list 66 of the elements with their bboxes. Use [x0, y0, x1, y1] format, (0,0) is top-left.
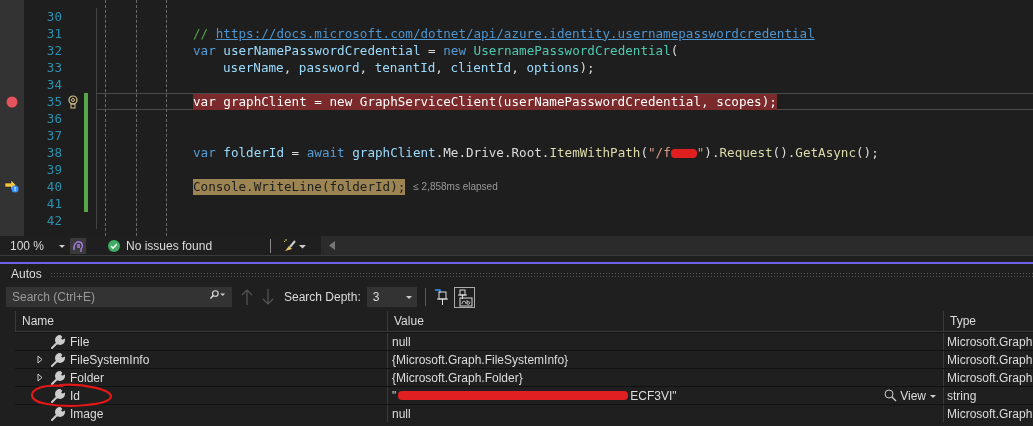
horizontal-scrollbar[interactable]	[321, 236, 1033, 255]
depth-label: Search Depth:	[284, 290, 361, 304]
line-number: 35	[45, 94, 62, 109]
copilot-icon[interactable]	[70, 237, 86, 254]
wrench-icon	[51, 370, 65, 385]
value-text: null	[392, 406, 411, 421]
wrench-icon	[51, 406, 65, 421]
redaction-mark	[670, 148, 697, 158]
wrench-icon	[51, 352, 65, 367]
value-text: ECF3VI"	[630, 388, 677, 403]
column-header[interactable]: Value	[387, 311, 943, 331]
line-number: 37	[45, 128, 62, 143]
line-number: 41	[45, 196, 62, 211]
scroll-left-icon[interactable]	[329, 241, 336, 250]
breakpoint-icon[interactable]	[6, 95, 18, 108]
variable-name: Id	[70, 388, 80, 403]
perf-tip[interactable]: ≤ 2,858ms elapsed	[413, 181, 498, 192]
variable-name: Image	[70, 406, 104, 421]
search-icon	[884, 389, 898, 402]
wrench-icon	[51, 334, 65, 349]
column-header[interactable]: Type	[943, 311, 1033, 331]
view-button[interactable]: View	[884, 388, 937, 403]
code-line: // https://docs.microsoft.com/dotnet/api/azure.identity.usernamepasswordcredential	[193, 25, 815, 42]
variable-name: Folder	[70, 370, 104, 385]
pin-icon[interactable]	[434, 289, 449, 305]
zoom-dropdown[interactable]: 100 %	[0, 238, 68, 253]
line-number: 39	[45, 162, 62, 177]
value-text: "	[392, 388, 397, 403]
value-text: null	[392, 334, 411, 349]
code-link[interactable]: https://docs.microsoft.com/dotnet/api/azure.identity.usernamepasswordcredential	[215, 25, 815, 41]
line-number: 33	[45, 60, 62, 75]
caret-icon	[58, 242, 67, 249]
table-cell: Microsoft.Graph	[943, 369, 1033, 386]
code-line: var folderId = await graphClient.Me.Drive.Root.ItemWithPath("/f ").Request().GetAsync();	[193, 144, 879, 161]
table-cell: string	[943, 387, 1033, 404]
lightbulb-icon[interactable]	[68, 94, 78, 109]
wrench-icon	[51, 388, 65, 403]
search-icon[interactable]	[205, 287, 232, 307]
line-number: 36	[45, 111, 62, 126]
check-icon	[108, 239, 120, 252]
line-number: 40	[45, 179, 62, 194]
issues-indicator[interactable]: No issues found	[108, 238, 213, 253]
table-cell: Microsoft.Graph	[943, 333, 1033, 350]
breakpoint-margin[interactable]	[0, 0, 24, 236]
line-number: 42	[45, 213, 62, 228]
depth-dropdown[interactable]: 3	[366, 287, 418, 307]
table-cell: Microsoft.Graph	[943, 405, 1033, 422]
line-number: 31	[45, 26, 62, 41]
brush-icon[interactable]	[283, 238, 308, 253]
caret-icon	[929, 392, 937, 399]
panel-title: Autos	[11, 267, 42, 281]
value-text: {Microsoft.Graph.FileSystemInfo}	[392, 352, 569, 367]
variable-name: File	[70, 334, 90, 349]
caret-icon	[405, 294, 414, 300]
value-text: {Microsoft.Graph.Folder}	[392, 370, 523, 385]
code-line: var userNamePasswordCredential = new UsernamePasswordCredential(	[193, 42, 679, 59]
line-number: 30	[45, 9, 62, 24]
variable-name: FileSystemInfo	[70, 352, 150, 367]
line-number: 38	[45, 145, 62, 160]
pin-text-icon[interactable]	[454, 286, 476, 308]
search-field[interactable]: Search (Ctrl+E)	[6, 287, 205, 307]
line-number: 34	[45, 77, 62, 92]
table-cell: Microsoft.Graph	[943, 351, 1033, 368]
column-header[interactable]: Name	[15, 311, 387, 331]
code-line: userName, password, tenantId, clientId, options);	[223, 59, 595, 76]
line-number: 32	[45, 43, 62, 58]
